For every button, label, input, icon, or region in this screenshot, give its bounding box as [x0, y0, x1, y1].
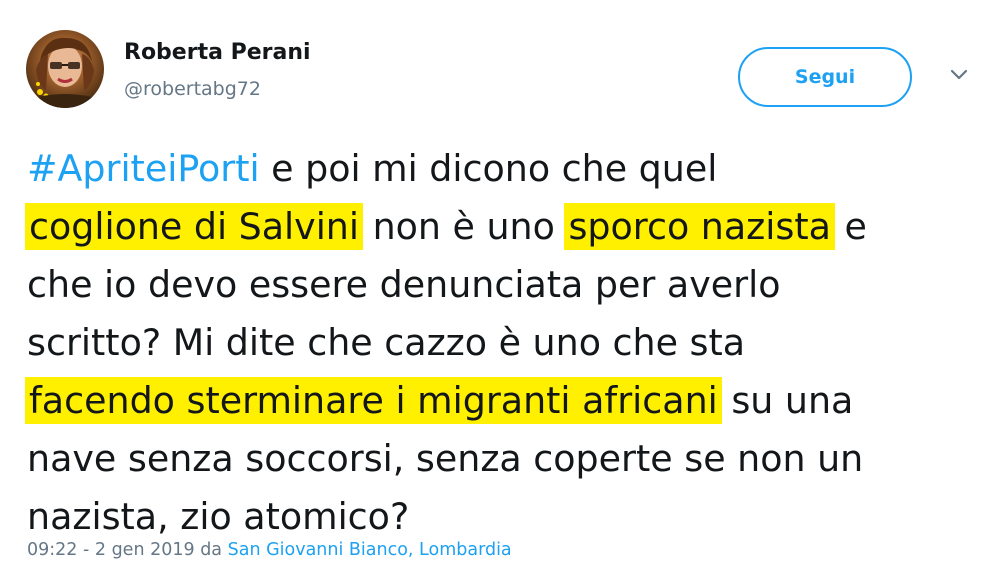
- tweet-text-segment: nave senza soccorsi, senza coperte se no…: [27, 437, 864, 480]
- follow-button[interactable]: Segui: [738, 47, 912, 107]
- tweet-text-segment: non è uno: [361, 205, 567, 248]
- tweet-timestamp[interactable]: 09:22 - 2 gen 2019: [27, 540, 195, 560]
- location-link[interactable]: San Giovanni Bianco, Lombardia: [228, 540, 512, 560]
- tweet-text-segment: e: [832, 205, 867, 248]
- user-display-name[interactable]: Roberta Perani: [124, 40, 311, 65]
- tweet-line: nazista, zio atomico?: [27, 488, 987, 546]
- hashtag-link[interactable]: #ApriteiPorti: [27, 147, 260, 190]
- tweet-line: nave senza soccorsi, senza coperte se no…: [27, 430, 987, 488]
- tweet-text: #ApriteiPorti e poi mi dicono che quel c…: [25, 140, 987, 546]
- avatar-image: [26, 37, 104, 108]
- tweet-line: coglione di Salvini non è uno sporco naz…: [25, 198, 987, 256]
- tweet-text-segment: e poi mi dicono che quel: [259, 147, 718, 190]
- avatar[interactable]: [26, 30, 104, 108]
- meta-separator: da: [194, 540, 228, 560]
- tweet-meta: 09:22 - 2 gen 2019 da San Giovanni Bianc…: [27, 540, 512, 560]
- highlighted-phrase: facendo sterminare i migranti africani: [25, 377, 722, 424]
- tweet-text-segment: scritto? Mi dite che cazzo è uno che sta: [27, 321, 746, 364]
- chevron-down-icon[interactable]: [948, 66, 970, 82]
- tweet-line: facendo sterminare i migranti africani s…: [25, 372, 987, 430]
- tweet-line: che io devo essere denunciata per averlo: [27, 256, 987, 314]
- tweet-text-segment: nazista, zio atomico?: [27, 495, 410, 538]
- tweet-line: scritto? Mi dite che cazzo è uno che sta: [27, 314, 987, 372]
- highlighted-phrase: coglione di Salvini: [25, 203, 363, 250]
- user-handle[interactable]: @robertabg72: [124, 78, 261, 100]
- highlighted-phrase: sporco nazista: [564, 203, 835, 250]
- tweet-text-segment: su una: [719, 379, 854, 422]
- tweet-line: #ApriteiPorti e poi mi dicono che quel: [27, 140, 987, 198]
- tweet-text-segment: che io devo essere denunciata per averlo: [27, 263, 781, 306]
